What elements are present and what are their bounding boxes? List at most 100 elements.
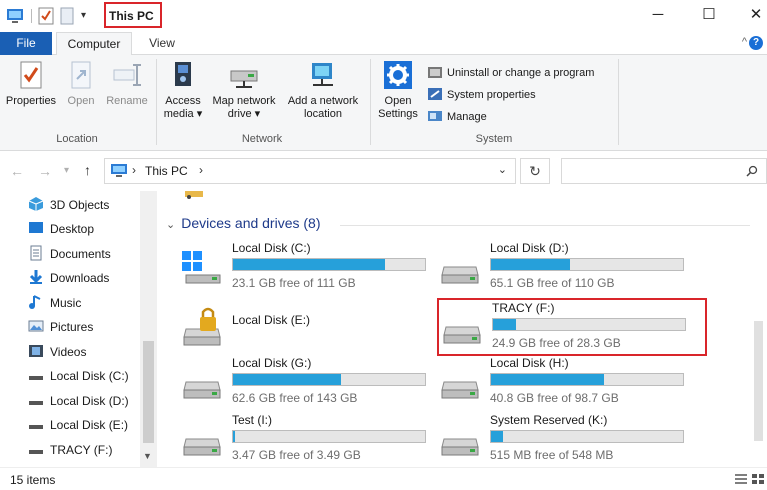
sidebar-item-label: TRACY (F:) [50,443,113,457]
downloads-icon [29,270,43,284]
sidebar-item-desktop[interactable]: Desktop [28,219,94,239]
breadcrumb-chevron-icon[interactable]: › [132,163,136,177]
sidebar-item-documents[interactable]: Documents [28,244,111,264]
collapse-ribbon-icon[interactable]: ^ [742,36,747,48]
sidebar-item-videos[interactable]: Videos [28,342,86,362]
back-arrow-icon[interactable]: ← [10,163,24,179]
drive-usage-fill [491,431,503,442]
sidebar-item-label: Local Disk (E:) [50,418,129,432]
address-dropdown-icon[interactable]: ⌄ [498,163,507,176]
close-icon[interactable]: ✕ [744,4,767,26]
drive-free-space: 62.6 GB free of 143 GB [232,391,358,405]
address-bar[interactable]: › This PC › ⌄ [104,158,516,184]
drive-name: Local Disk (H:) [490,356,569,370]
drive-usage-bar [490,373,684,386]
drive-usage-bar [490,258,684,271]
toolbar-separator [31,9,32,23]
sidebar-item-pictures[interactable]: Pictures [28,317,93,337]
open-button[interactable]: Open [62,59,100,108]
forward-arrow-icon[interactable]: → [38,163,52,179]
section-title: Devices and drives (8) [181,215,321,231]
ribbon-separator [618,59,619,145]
add-location-label-1: Add a network [287,95,359,107]
manage-button[interactable]: Manage [427,108,487,126]
properties-button[interactable]: Properties [4,59,58,108]
desktop-icon [29,222,43,233]
drive-usage-fill [233,374,341,385]
sidebar-item-label: Videos [50,345,87,359]
minimize-icon[interactable]: ─ [646,4,670,26]
title-bar: ▾ This PC ─ ☐ ✕ [0,0,767,32]
quick-access-dropdown-icon[interactable]: ▾ [81,7,91,25]
breadcrumb-chevron-icon[interactable]: › [199,163,203,177]
drive-tile[interactable]: Local Disk (G:) 62.6 GB free of 143 GB [180,356,430,406]
drive-tile[interactable]: Local Disk (H:) 40.8 GB free of 98.7 GB [438,356,688,406]
new-folder-quick-icon[interactable] [60,7,74,25]
navigation-bar: ← → ▾ ↑ › This PC › ⌄ ↻ [0,151,767,191]
this-pc-icon[interactable] [6,7,24,25]
sidebar-item-label: Local Disk (D:) [50,394,129,408]
drive-tile[interactable]: Local Disk (C:) 23.1 GB free of 111 GB [180,241,430,291]
sidebar-item-tracy-f[interactable]: TRACY (F:) [28,440,112,460]
sidebar-scrollbar[interactable]: ▼ [140,191,157,467]
content-scrollbar[interactable] [750,191,767,467]
map-network-drive-button[interactable]: Map network drive ▾ [208,59,280,121]
uninstall-icon [428,67,442,78]
tab-view[interactable]: View [138,32,186,55]
drive-free-space: 40.8 GB free of 98.7 GB [490,391,619,405]
access-media-label-1: Access [165,95,201,107]
breadcrumb-this-pc[interactable]: This PC [145,164,188,178]
tab-file[interactable]: File [0,32,52,55]
access-media-button[interactable]: Access media ▾ [160,59,206,121]
drive-icon [183,381,221,399]
properties-quick-icon[interactable] [38,7,54,25]
open-settings-button[interactable]: Open Settings [374,59,422,121]
drive-icon [29,450,43,454]
network-location-icon [312,63,333,86]
drive-tile[interactable]: Local Disk (E:) [180,303,430,353]
maximize-icon[interactable]: ☐ [697,4,721,26]
drive-icon [441,266,479,284]
drive-usage-bar [490,430,684,443]
sidebar-item-local-disk-d[interactable]: Local Disk (D:) [28,391,129,411]
window-title: This PC [109,9,154,23]
drive-icon [29,376,43,380]
sidebar-item-label: Pictures [50,320,94,334]
drive-name: Local Disk (C:) [232,241,311,255]
chevron-down-icon: ⌄ [166,219,176,231]
recent-locations-icon[interactable]: ▾ [64,165,69,176]
properties-icon [20,61,42,89]
content-scroll-thumb[interactable] [754,321,763,441]
drive-tile[interactable]: Local Disk (D:) 65.1 GB free of 110 GB [438,241,688,291]
tab-computer[interactable]: Computer [56,32,132,56]
system-properties-button[interactable]: System properties [427,86,536,104]
sidebar-scroll-thumb[interactable] [143,341,154,443]
manage-label: Manage [447,111,487,123]
large-icons-view-icon[interactable] [751,473,765,485]
help-icon[interactable]: ? [749,36,763,50]
sidebar-item-music[interactable]: Music [28,293,81,313]
sidebar-item-local-disk-c[interactable]: Local Disk (C:) [28,366,129,386]
rename-button[interactable]: Rename [104,59,150,108]
music-icon [29,295,41,309]
add-network-location-button[interactable]: Add a network location [282,59,364,121]
search-input[interactable] [561,158,767,184]
details-view-icon[interactable] [734,473,748,485]
sidebar-item-downloads[interactable]: Downloads [28,268,109,288]
drive-free-space: 515 MB free of 548 MB [490,448,614,462]
scroll-down-icon[interactable]: ▼ [143,451,152,461]
devices-and-drives-header[interactable]: ⌄ Devices and drives (8) [166,215,321,231]
uninstall-program-button[interactable]: Uninstall or change a program [427,64,594,82]
search-icon [746,165,758,177]
refresh-button[interactable]: ↻ [520,158,550,184]
sidebar-item-3d-objects[interactable]: 3D Objects [28,195,109,215]
drive-tile[interactable]: Test (I:) 3.47 GB free of 3.49 GB [180,413,430,463]
open-icon [71,61,91,89]
sidebar-item-local-disk-e[interactable]: Local Disk (E:) [28,415,128,435]
drive-tile[interactable]: System Reserved (K:) 515 MB free of 548 M… [438,413,688,463]
access-media-label-2: media ▾ [163,108,203,120]
up-arrow-icon[interactable]: ↑ [84,162,91,178]
pictures-icon [28,320,44,332]
drive-usage-bar [232,258,426,271]
open-settings-label-2: Settings [378,108,418,120]
